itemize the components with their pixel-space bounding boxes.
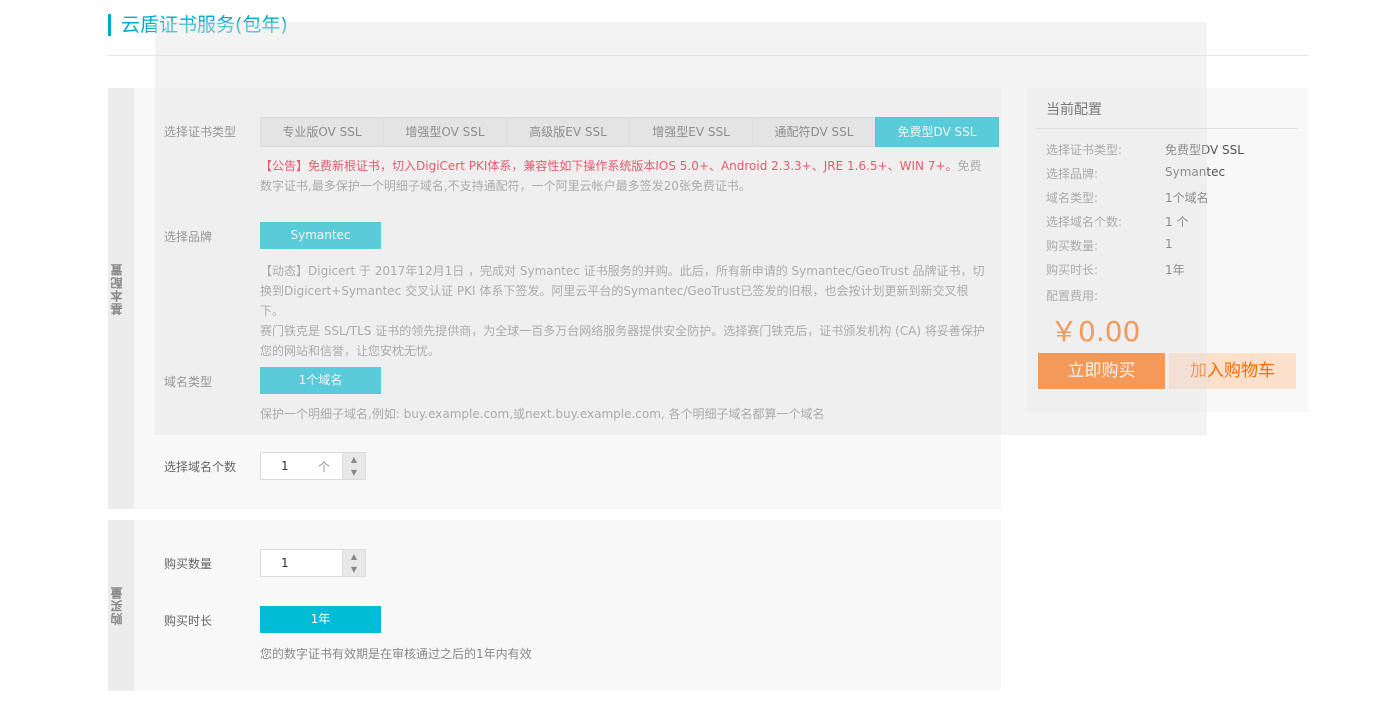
purchase-section: 购买量: [108, 520, 1001, 691]
basic-config-label: 基本配置: [110, 263, 124, 315]
overlay-mask: [155, 22, 1207, 435]
domain-count-label: 选择域名个数: [164, 460, 237, 474]
purchase-label: 购买量: [110, 586, 124, 625]
domain-count-unit: 个: [318, 460, 331, 474]
quantity-stepper: ▲ ▼: [260, 549, 366, 577]
domain-count-stepper: 个 ▲ ▼: [260, 452, 366, 480]
duration-label: 购买时长: [164, 614, 213, 628]
decrement-arrow-icon[interactable]: ▼: [343, 466, 365, 479]
quantity-label: 购买数量: [164, 557, 213, 571]
stepper-buttons: ▲ ▼: [342, 453, 365, 479]
duration-description: 您的数字证书有效期是在审核通过之后的1年内有效: [260, 647, 532, 661]
quantity-input[interactable]: [261, 550, 331, 576]
section-sidebar: 基本配置: [108, 88, 134, 509]
duration-option-1-year[interactable]: 1年: [260, 606, 381, 633]
stepper-buttons: ▲ ▼: [342, 550, 365, 576]
increment-arrow-icon[interactable]: ▲: [343, 453, 365, 466]
section-sidebar: 购买量: [108, 520, 134, 691]
decrement-arrow-icon[interactable]: ▼: [343, 563, 365, 576]
increment-arrow-icon[interactable]: ▲: [343, 550, 365, 563]
